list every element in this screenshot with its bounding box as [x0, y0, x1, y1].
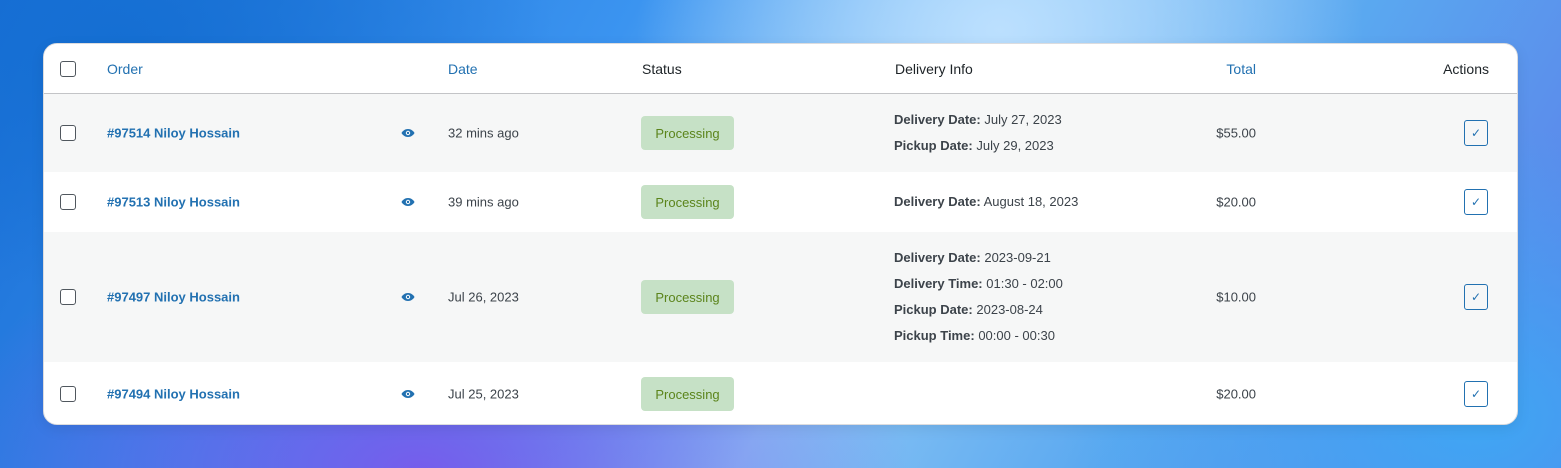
table-row[interactable]: #97514 Niloy Hossain 32 mins ago Process…	[44, 94, 1517, 172]
delivery-label: Delivery Date:	[894, 250, 981, 265]
row-checkbox[interactable]	[60, 125, 76, 141]
select-all-checkbox[interactable]	[60, 60, 76, 77]
table-row[interactable]: #97513 Niloy Hossain 39 mins ago Process…	[44, 172, 1517, 232]
order-link[interactable]: #97514 Niloy Hossain	[107, 126, 240, 141]
column-header-actions: Actions	[1443, 60, 1489, 77]
order-date: Jul 26, 2023	[448, 289, 519, 305]
row-checkbox[interactable]	[60, 386, 76, 402]
order-link[interactable]: #97513 Niloy Hossain	[107, 195, 240, 210]
status-badge: Processing	[641, 377, 734, 411]
checkmark-icon: ✓	[1470, 387, 1482, 401]
order-total: $20.00	[1216, 386, 1256, 402]
delivery-label: Pickup Date:	[894, 138, 973, 153]
column-header-order[interactable]: Order	[107, 61, 143, 77]
order-date: Jul 25, 2023	[448, 386, 519, 402]
delivery-info: Delivery Date: August 18, 2023	[894, 189, 1078, 215]
delivery-value: July 29, 2023	[976, 138, 1054, 153]
column-header-delivery-info: Delivery Info	[895, 60, 973, 77]
eye-icon[interactable]	[401, 386, 415, 402]
table-row[interactable]: #97494 Niloy Hossain Jul 25, 2023 Proces…	[44, 362, 1517, 424]
order-date: 32 mins ago	[448, 125, 519, 141]
delivery-label: Delivery Time:	[894, 276, 983, 291]
delivery-info: Delivery Date: 2023-09-21 Delivery Time:…	[894, 245, 1063, 349]
delivery-value: 2023-09-21	[984, 250, 1051, 265]
order-link[interactable]: #97497 Niloy Hossain	[107, 290, 240, 305]
delivery-value: 00:00 - 00:30	[978, 328, 1055, 343]
complete-order-button[interactable]: ✓	[1464, 189, 1488, 215]
order-total: $55.00	[1216, 125, 1256, 141]
delivery-label: Delivery Date:	[894, 112, 981, 127]
delivery-label: Pickup Time:	[894, 328, 975, 343]
delivery-value: July 27, 2023	[984, 112, 1062, 127]
status-badge: Processing	[641, 116, 734, 150]
delivery-value: August 18, 2023	[983, 194, 1079, 209]
complete-order-button[interactable]: ✓	[1464, 284, 1488, 310]
table-row[interactable]: #97497 Niloy Hossain Jul 26, 2023 Proces…	[44, 232, 1517, 362]
eye-icon[interactable]	[401, 289, 415, 305]
delivery-info: Delivery Date: July 27, 2023 Pickup Date…	[894, 107, 1062, 159]
status-badge: Processing	[641, 185, 734, 219]
checkmark-icon: ✓	[1470, 290, 1482, 304]
eye-icon[interactable]	[401, 125, 415, 141]
complete-order-button[interactable]: ✓	[1464, 120, 1488, 146]
column-header-total[interactable]: Total	[1226, 61, 1256, 77]
checkmark-icon: ✓	[1470, 195, 1482, 209]
orders-table: Order Date Status Delivery Info Total Ac…	[43, 43, 1518, 425]
checkmark-icon: ✓	[1470, 126, 1482, 140]
status-badge: Processing	[641, 280, 734, 314]
delivery-value: 2023-08-24	[976, 302, 1043, 317]
delivery-label: Delivery Date:	[894, 194, 981, 209]
delivery-value: 01:30 - 02:00	[986, 276, 1063, 291]
complete-order-button[interactable]: ✓	[1464, 381, 1488, 407]
column-header-status: Status	[642, 60, 682, 77]
order-date: 39 mins ago	[448, 194, 519, 210]
column-header-date[interactable]: Date	[448, 61, 478, 77]
order-total: $10.00	[1216, 289, 1256, 305]
order-total: $20.00	[1216, 194, 1256, 210]
row-checkbox[interactable]	[60, 194, 76, 210]
eye-icon[interactable]	[401, 194, 415, 210]
row-checkbox[interactable]	[60, 289, 76, 305]
table-header: Order Date Status Delivery Info Total Ac…	[44, 44, 1517, 94]
order-link[interactable]: #97494 Niloy Hossain	[107, 387, 240, 402]
delivery-label: Pickup Date:	[894, 302, 973, 317]
